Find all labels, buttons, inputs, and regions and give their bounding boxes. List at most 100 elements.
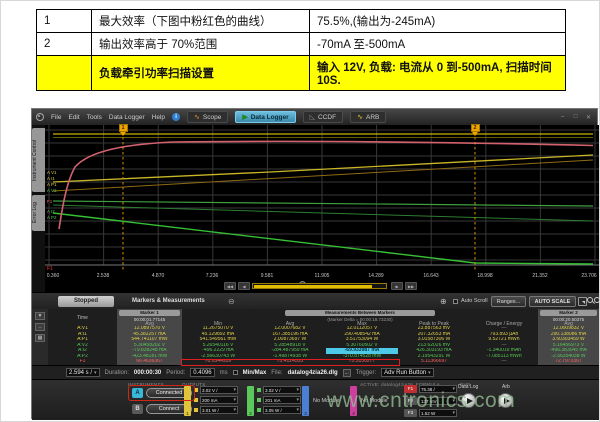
fit-width-icon[interactable]: ↔ [35, 323, 45, 331]
scrollbar-track[interactable] [252, 283, 387, 289]
channel-3-bar[interactable]: 3 [302, 386, 309, 416]
marker-flag-arrow-icon [472, 132, 478, 136]
side-tab-strip: Instrument Control Error Log [32, 125, 45, 292]
connected-highlight-box [128, 385, 195, 401]
tab-label: ARB [366, 114, 379, 121]
menu-tools[interactable]: Tools [87, 114, 102, 121]
trace-label-v1[interactable]: A V1 [47, 170, 57, 175]
window-controls: – □ ✕ [558, 114, 593, 121]
minmax-checkbox[interactable] [233, 370, 238, 375]
chart-area[interactable]: 1 2 A V1 A I1 A P1 A V2 F1 A I2 A P2 F1 … [45, 125, 599, 292]
marker-flag-label: 1 [119, 124, 128, 132]
browse-file-button[interactable]: ... [343, 369, 351, 377]
tab-data-logger[interactable]: ▶ Data Logger [235, 111, 295, 123]
channel-2-chip [257, 388, 261, 392]
screenshot-canvas: 1 最大效率（下图中粉红色的曲线） 75.5%,(输出为-245mA) 2 输出… [0, 0, 600, 422]
auto-scroll-checkbox[interactable] [453, 299, 458, 304]
scroll-far-left-button[interactable]: ◀◀ [224, 282, 236, 290]
x-tick: 16.643 [423, 273, 438, 279]
ranges-button[interactable]: Ranges... [491, 296, 526, 307]
scroll-right-button[interactable]: ▶ [391, 282, 403, 290]
cursor-select-icon[interactable] [578, 297, 587, 306]
trace-label-p2[interactable]: A P2 [47, 215, 57, 220]
tab-ccdf[interactable]: ◺ CCDF [303, 111, 343, 123]
ch1-power-field[interactable]: 3.01 W /▾ [200, 406, 238, 414]
zoom-in-icon[interactable] [587, 297, 593, 303]
ch2-power-field[interactable]: 3.05 W /▾ [263, 406, 301, 414]
marker1-header[interactable]: Marker 1 [119, 310, 180, 316]
channel-2-chip [257, 398, 261, 402]
info-icon[interactable]: i [172, 113, 180, 121]
tab-arb[interactable]: ∿ ARB [350, 111, 386, 123]
scroll-far-right-button[interactable]: ▶▶ [405, 282, 417, 290]
ch2-current-field[interactable]: 201 mA▾ [263, 396, 301, 404]
channel-2-chip [257, 408, 261, 412]
play-icon: ▶ [242, 114, 247, 121]
channel-2-bar[interactable]: 2 [247, 386, 254, 416]
scrollbar-thumb[interactable] [254, 285, 372, 288]
ch1-current-field[interactable]: 200 mA▾ [200, 396, 238, 404]
row-value: -70mA 至-500mA [310, 33, 566, 56]
marker2-header[interactable]: Marker 2 [540, 310, 597, 316]
trigger-dropdown[interactable]: Adv Run Button▾ [381, 368, 434, 377]
table-tool-gutter: ▼ ↔ ▦ [32, 309, 48, 365]
instrument-b-badge: B [132, 404, 143, 414]
app-window: File Edit Tools Data Logger Help i ∿ Sco… [31, 108, 598, 419]
file-name: datalog4zia26.dlg [288, 370, 338, 376]
minmax-label: Min/Max [243, 370, 267, 376]
collapse-icon[interactable]: ⊖ [228, 297, 235, 306]
between-markers-header: Measurements Between Markers [285, 310, 435, 316]
x-tick: 2.538 [97, 273, 110, 279]
settings-gear-icon[interactable] [36, 113, 44, 121]
tab-label: Data Logger [251, 114, 289, 121]
ch1-voltage-field[interactable]: 3.02 V /▾ [200, 386, 238, 394]
menu-help[interactable]: Help [152, 114, 165, 121]
trace-label-i2[interactable]: A I2 [47, 209, 55, 214]
auto-scroll-label: Auto Scroll [461, 298, 488, 304]
maximize-button[interactable]: □ [571, 114, 580, 121]
x-tick: 23.706 [581, 273, 596, 279]
zoom-out-icon[interactable] [594, 297, 600, 303]
filter-icon[interactable]: ▼ [35, 312, 45, 320]
scroll-left-button[interactable]: ◀ [238, 282, 250, 290]
trace-label-f1[interactable]: F1 [47, 199, 52, 204]
measurements-table: ▼ ↔ ▦ Time Marker 1 Measurements Between… [32, 309, 599, 365]
measurements-header: Time Marker 1 Measurements Between Marke… [32, 309, 599, 326]
trace-label-v2[interactable]: A V2 [47, 188, 57, 193]
minimize-button[interactable]: – [558, 114, 567, 121]
row-number: 2 [37, 33, 92, 56]
grid-view-icon[interactable]: ▦ [35, 334, 45, 342]
row-desc: 最大效率（下图中粉红色的曲线） [92, 10, 310, 33]
scope-waveform-icon: ∿ [194, 114, 200, 121]
markers-measurements-title: Markers & Measurements [132, 298, 205, 304]
close-button[interactable]: ✕ [584, 114, 593, 121]
stopped-status-button[interactable]: Stopped [58, 296, 114, 307]
marker-flag-1[interactable]: 1 [118, 124, 128, 136]
channel-1-chip [194, 408, 198, 412]
menu-file[interactable]: File [51, 114, 61, 121]
menu-data-logger[interactable]: Data Logger [109, 114, 145, 121]
ch2-voltage-field[interactable]: 3.02 V /▾ [263, 386, 301, 394]
trace-label-i1[interactable]: A I1 [47, 176, 55, 181]
table-row: 1 最大效率（下图中粉红色的曲线） 75.5%,(输出为-245mA) [37, 10, 566, 33]
period-input[interactable]: 0.4096 [190, 368, 214, 377]
trace-label-p1[interactable]: A P1 [47, 182, 57, 187]
marker-flag-2[interactable]: 2 [470, 124, 480, 136]
period-unit: ms [220, 370, 228, 376]
table-row: 2 输出效率高于 70%范围 -70mA 至-500mA [37, 33, 566, 56]
markers-toolbar: Stopped Markers & Measurements ⊖ ⊕ Auto … [32, 292, 599, 309]
crosshair-icon[interactable]: ⊕ [440, 297, 447, 306]
menubar: File Edit Tools Data Logger Help i ∿ Sco… [32, 109, 597, 125]
config-bar: 2.594 s /▾ Duration: 000:00:30 Period: 0… [32, 365, 599, 379]
menu-edit[interactable]: Edit [68, 114, 79, 121]
x-tick: 7.236 [206, 273, 219, 279]
chart-plot [45, 125, 599, 272]
timescale-dropdown[interactable]: 2.594 s /▾ [66, 368, 100, 377]
chevron-down-icon: ▾ [94, 369, 97, 377]
tab-scope[interactable]: ∿ Scope [187, 111, 228, 123]
f1-highlight-box [181, 359, 400, 366]
chevron-down-icon: ▾ [428, 369, 431, 377]
row-number: 1 [37, 10, 92, 33]
tab-label: Scope [203, 114, 221, 121]
autoscale-button[interactable]: AUTO SCALE [529, 296, 576, 307]
